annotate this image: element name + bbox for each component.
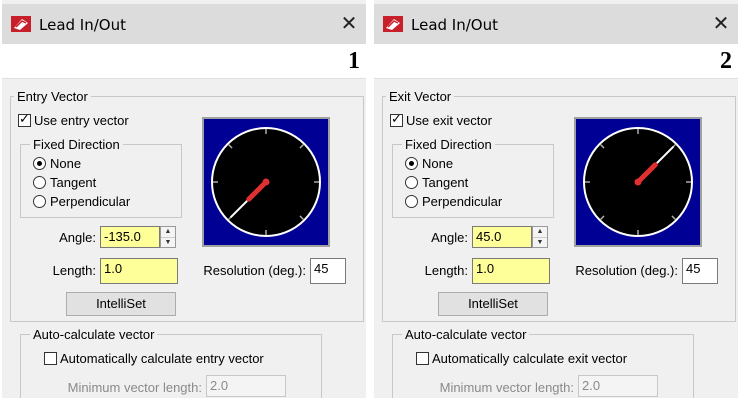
app-icon (11, 16, 31, 32)
radio-button[interactable] (33, 195, 46, 208)
dial-graphic[interactable] (208, 123, 324, 241)
step-number: 1 (348, 48, 360, 74)
step-number: 2 (720, 48, 732, 74)
resolution-label: Resolution (deg.): (203, 263, 306, 278)
intelliset-button[interactable]: IntelliSet (66, 292, 176, 316)
checkbox-label: Use exit vector (406, 113, 492, 128)
dial-graphic[interactable] (580, 123, 696, 241)
radio-button[interactable] (33, 157, 46, 170)
min-length-input[interactable]: 2.0 (206, 375, 286, 397)
radio-none[interactable]: None (33, 156, 81, 171)
checkbox-label: Automatically calculate entry vector (60, 351, 264, 366)
title-bar: Lead In/Out ✕ (374, 4, 738, 44)
window-title: Lead In/Out (39, 16, 126, 34)
checkbox-label: Use entry vector (34, 113, 129, 128)
length-input[interactable]: 1.0 (100, 258, 178, 284)
radio-label: Perpendicular (422, 194, 503, 209)
radio-perpendicular[interactable]: Perpendicular (405, 194, 502, 209)
lead-in-dialog: Lead In/Out ✕ 1 Entry Vector Use entry v… (2, 0, 366, 398)
fixed-direction-title: Fixed Direction (30, 137, 123, 152)
lead-out-dialog: Lead In/Out ✕ 2 Exit Vector Use exit vec… (374, 0, 738, 398)
radio-perpendicular[interactable]: Perpendicular (33, 194, 130, 209)
checkbox-box[interactable] (416, 352, 429, 365)
min-length-input[interactable]: 2.0 (578, 375, 658, 397)
step-header: 1 (2, 44, 366, 79)
radio-label: None (422, 156, 454, 171)
use-vector-checkbox[interactable]: Use entry vector (18, 112, 129, 128)
title-bar: Lead In/Out ✕ (2, 4, 366, 44)
spin-down-icon[interactable]: ▼ (533, 238, 547, 248)
radio-label: Tangent (50, 175, 97, 190)
radio-none[interactable]: None (405, 156, 453, 171)
checkbox-label: Automatically calculate exit vector (432, 351, 628, 366)
fixed-direction-title: Fixed Direction (402, 137, 495, 152)
length-label: Length: (52, 263, 96, 278)
direction-dial[interactable] (574, 117, 702, 247)
close-button[interactable]: ✕ (710, 14, 732, 36)
checkbox-box[interactable] (18, 112, 31, 127)
radio-label: None (50, 156, 82, 171)
radio-button[interactable] (33, 176, 46, 189)
angle-label: Angle: (431, 230, 468, 245)
intelliset-button[interactable]: IntelliSet (438, 292, 548, 316)
step-header: 2 (374, 44, 738, 79)
group-title: Exit Vector (386, 89, 455, 104)
angle-input[interactable]: -135.0 (100, 226, 160, 248)
angle-input[interactable]: 45.0 (472, 226, 532, 248)
dial-hub (634, 178, 642, 186)
min-length-label: Minimum vector length: (439, 380, 574, 395)
length-label: Length: (424, 263, 468, 278)
group-title: Entry Vector (14, 89, 91, 104)
auto-calc-title: Auto-calculate vector (30, 327, 158, 342)
radio-tangent[interactable]: Tangent (33, 175, 96, 190)
length-input[interactable]: 1.0 (472, 258, 550, 284)
min-length-label: Minimum vector length: (67, 380, 202, 395)
close-button[interactable]: ✕ (338, 14, 360, 36)
angle-label: Angle: (59, 230, 96, 245)
window-title: Lead In/Out (411, 16, 498, 34)
checkbox-box[interactable] (390, 112, 403, 127)
dial-hub (262, 178, 270, 186)
spin-down-icon[interactable]: ▼ (161, 238, 175, 248)
radio-tangent[interactable]: Tangent (405, 175, 468, 190)
auto-calc-checkbox[interactable]: Automatically calculate exit vector (416, 351, 627, 366)
use-vector-checkbox[interactable]: Use exit vector (390, 112, 492, 128)
resolution-label: Resolution (deg.): (575, 263, 678, 278)
radio-button[interactable] (405, 157, 418, 170)
radio-label: Tangent (422, 175, 469, 190)
checkbox-box[interactable] (44, 352, 57, 365)
angle-spinner[interactable]: ▲ ▼ (532, 226, 548, 248)
auto-calc-checkbox[interactable]: Automatically calculate entry vector (44, 351, 264, 366)
direction-dial[interactable] (202, 117, 330, 247)
spin-up-icon[interactable]: ▲ (161, 227, 175, 238)
radio-button[interactable] (405, 195, 418, 208)
resolution-input[interactable]: 45 (310, 258, 346, 284)
auto-calc-title: Auto-calculate vector (402, 327, 530, 342)
spin-up-icon[interactable]: ▲ (533, 227, 547, 238)
resolution-input[interactable]: 45 (682, 258, 718, 284)
radio-label: Perpendicular (50, 194, 131, 209)
angle-spinner[interactable]: ▲ ▼ (160, 226, 176, 248)
app-icon (383, 16, 403, 32)
radio-button[interactable] (405, 176, 418, 189)
